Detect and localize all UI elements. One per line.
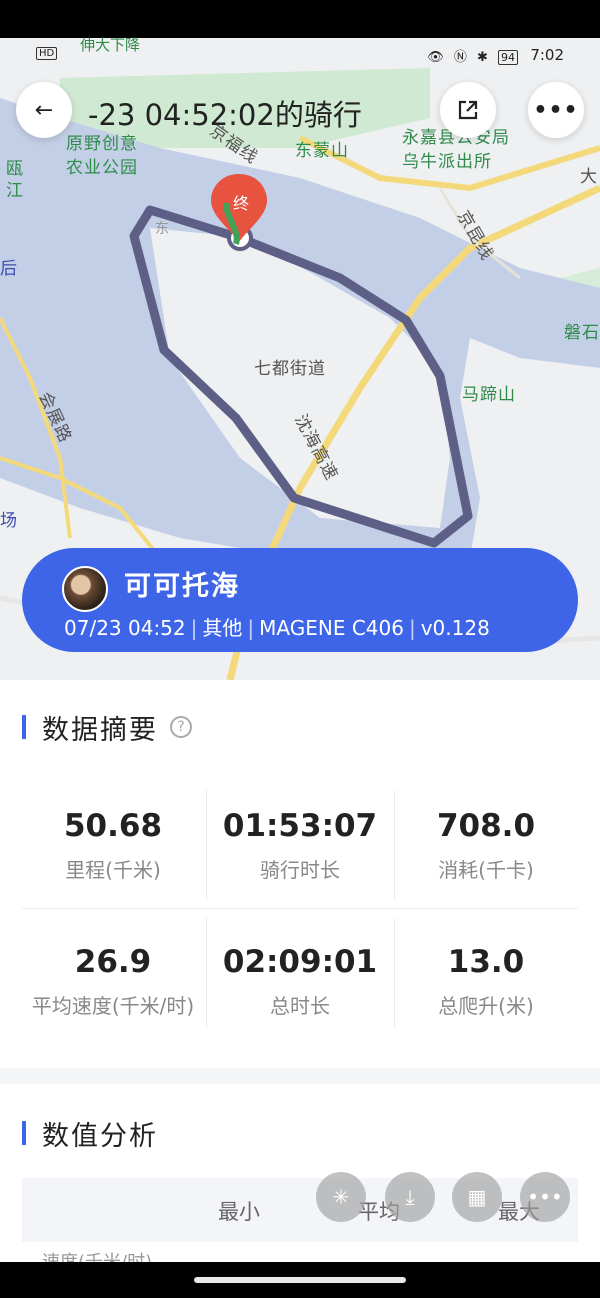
stat-label: 总时长 [270, 994, 330, 1018]
avatar[interactable] [62, 566, 108, 612]
column-min: 最小 [218, 1200, 260, 1224]
map-label-marker-end: 终 [233, 194, 251, 213]
map-label-farm: 原野创意 农业公园 [66, 134, 138, 178]
stat-label: 里程(千米) [65, 858, 161, 882]
home-indicator[interactable] [194, 1277, 406, 1283]
page-title: -23 04:52:02的骑行 [88, 98, 362, 132]
stat-elevation: 13.0 总爬升(米) [391, 944, 581, 1019]
status-icons: 👁 Ⓝ ✱ 94 [427, 46, 518, 65]
stat-calories: 708.0 消耗(千卡) [391, 808, 581, 883]
map-label-dongjie: 东 [155, 221, 170, 237]
status-time: 7:02 [530, 46, 564, 64]
stat-value: 26.9 [74, 944, 152, 980]
more-actions-button[interactable]: ••• [520, 1172, 570, 1222]
screen: 终 原野创意 农业公园 京福线 东蒙山 永嘉县公安局 乌牛派出所 大 瓯 江 后… [0, 0, 600, 1298]
rider-name: 可可托海 [124, 571, 240, 602]
back-button[interactable]: ← [16, 82, 72, 138]
ride-type: 其他 [202, 616, 243, 640]
summary-header: 数据摘要 ? [22, 710, 192, 746]
stat-value: 50.68 [63, 808, 163, 844]
stat-ride-time: 01:53:07 骑行时长 [205, 808, 395, 883]
map-label-panshi: 磐石 [564, 323, 600, 343]
status-clipped-text: 伸大下降 [80, 36, 141, 54]
meta-separator: | [408, 616, 416, 640]
share-button[interactable] [440, 82, 496, 138]
map-label-hou: 后 [0, 259, 18, 279]
section-gap [0, 1068, 600, 1084]
device-version: v0.128 [420, 616, 490, 640]
segment-button[interactable]: ✳ [316, 1172, 366, 1222]
stat-distance: 50.68 里程(千米) [18, 808, 208, 883]
stat-label: 总爬升(米) [438, 994, 534, 1018]
summary-title: 数据摘要 [42, 714, 158, 746]
device-name: MAGENE C406 [259, 616, 404, 640]
section-accent [22, 715, 26, 739]
hd-icon: HD [36, 47, 58, 60]
download-icon: ⤓ [405, 1185, 415, 1209]
sparkle-icon: ✳ [332, 1185, 350, 1209]
meta-separator: | [247, 616, 255, 640]
stat-value: 01:53:07 [222, 808, 378, 844]
divider [22, 908, 578, 909]
grid-button[interactable]: ▦ [452, 1172, 502, 1222]
download-button[interactable]: ⤓ [385, 1172, 435, 1222]
map-label-jiang: 瓯 江 [6, 159, 24, 201]
more-dots-icon: ••• [533, 97, 579, 123]
rider-meta: 07/23 04:52 | 其他 | MAGENE C406 | v0.128 [64, 612, 490, 641]
stat-value: 708.0 [436, 808, 536, 844]
analysis-header: 数值分析 [22, 1116, 158, 1152]
stat-total-time: 02:09:01 总时长 [205, 944, 395, 1019]
ride-date: 07/23 04:52 [64, 616, 186, 640]
stat-label: 消耗(千卡) [438, 858, 534, 882]
map-label-mati: 马蹄山 [462, 385, 516, 405]
meta-separator: | [190, 616, 198, 640]
share-icon [458, 100, 478, 120]
stat-avg-speed: 26.9 平均速度(千米/时) [18, 944, 208, 1019]
status-bar: HD 伸大下降 👁 Ⓝ ✱ 94 7:02 [0, 36, 600, 70]
status-glyphs: 👁 Ⓝ ✱ [427, 50, 491, 65]
battery-icon: 94 [498, 50, 518, 65]
rider-banner[interactable]: 可可托海 07/23 04:52 | 其他 | MAGENE C406 | v0.128 [22, 548, 578, 652]
grid-icon: ▦ [467, 1185, 487, 1209]
map-label-chang: 场 [0, 511, 18, 531]
map-label-dongmeng: 东蒙山 [295, 141, 349, 161]
top-black-bar [0, 0, 600, 38]
more-dots-icon: ••• [527, 1185, 563, 1209]
map-label-da: 大 [580, 167, 598, 187]
map-label-qidu: 七都街道 [254, 359, 326, 379]
help-icon[interactable]: ? [170, 716, 192, 738]
stat-label: 骑行时长 [260, 858, 340, 882]
stat-value: 13.0 [447, 944, 525, 980]
more-button[interactable]: ••• [528, 82, 584, 138]
stat-value: 02:09:01 [222, 944, 378, 980]
arrow-left-icon: ← [34, 97, 54, 123]
analysis-title: 数值分析 [42, 1120, 158, 1152]
stat-label: 平均速度(千米/时) [31, 994, 195, 1018]
section-accent [22, 1121, 26, 1145]
